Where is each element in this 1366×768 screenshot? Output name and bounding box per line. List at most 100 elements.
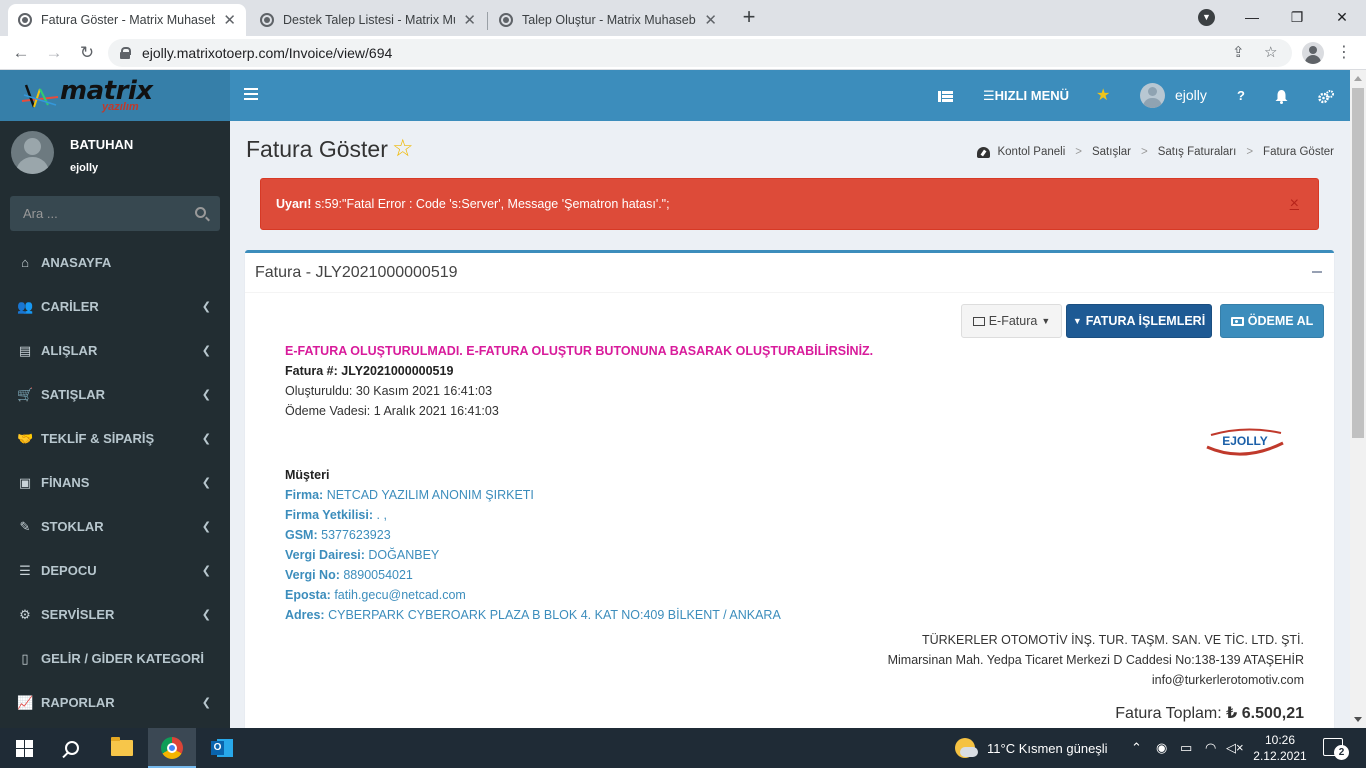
page-scrollbar[interactable] (1350, 70, 1366, 728)
logo[interactable]: matrix yazılım (0, 70, 230, 121)
windows-start-icon[interactable] (0, 728, 48, 768)
sidebar-item-label: ANASAYFA (41, 255, 112, 270)
scroll-down-icon[interactable] (1354, 717, 1362, 722)
home-icon: ⌂ (21, 255, 29, 270)
battery-icon[interactable]: ▭ (1180, 728, 1192, 768)
url-text: ejolly.matrixotoerp.com/Invoice/view/694 (142, 45, 393, 61)
customer-email: Eposta: fatih.gecu@netcad.com (285, 588, 466, 602)
database-icon: ☰ (19, 563, 31, 578)
company-logo: EJOLLY (1203, 423, 1287, 464)
sidebar-item-cariler[interactable]: 👥 CARİLER ❮ (0, 285, 230, 329)
handshake-icon: 🤝 (17, 431, 34, 446)
sidebar-item-stoklar[interactable]: ✎ STOKLAR ❮ (0, 505, 230, 549)
cart-icon: 🛒 (17, 387, 34, 402)
new-tab-icon[interactable]: + (737, 6, 761, 30)
browser-tab-fatura[interactable]: Fatura Göster - Matrix Muhasebe ✕ (8, 4, 246, 36)
share-icon[interactable]: ⇪ (1232, 39, 1245, 67)
clock-date: 2.12.2021 (1253, 749, 1307, 763)
invoice-actions-button[interactable]: ▼ FATURA İŞLEMLERİ (1066, 304, 1212, 338)
sidebar-item-raporlar[interactable]: 📈 RAPORLAR ❮ (0, 681, 230, 725)
chevron-left-icon: ❮ (201, 697, 211, 709)
maximize-icon[interactable]: ❐ (1277, 3, 1317, 31)
sidebar-item-label: RAPORLAR (41, 695, 115, 710)
chevron-left-icon: ❮ (201, 301, 211, 313)
breadcrumb-item[interactable]: Kontol Paneli (997, 146, 1065, 158)
back-icon[interactable]: ← (9, 41, 33, 65)
close-tab-icon[interactable]: ✕ (223, 11, 236, 29)
sidebar-item-gelir-gider[interactable]: ▯ GELİR / GİDER KATEGORİ (0, 637, 230, 681)
invoice-created: Oluşturuldu: 30 Kasım 2021 16:41:03 (285, 384, 493, 398)
logo-mark-icon (21, 84, 59, 108)
scroll-up-icon[interactable] (1354, 76, 1362, 81)
volume-icon[interactable]: ◁× (1226, 728, 1244, 768)
browser-tab-destek[interactable]: Destek Talep Listesi - Matrix Muh ✕ (250, 4, 486, 36)
sidebar-item-satislar[interactable]: 🛒 SATIŞLAR ❮ (0, 373, 230, 417)
sidebar-item-label: CARİLER (41, 299, 99, 314)
sidebar-item-servisler[interactable]: ⚙ SERVİSLER ❮ (0, 593, 230, 637)
customer-tax-office: Vergi Dairesi: DOĞANBEY (285, 548, 440, 562)
alert-close-icon[interactable]: × (1290, 179, 1299, 229)
bell-icon[interactable] (1275, 70, 1288, 121)
svg-text:EJOLLY: EJOLLY (1222, 434, 1268, 448)
wifi-icon[interactable]: ◠ (1205, 728, 1216, 768)
efatura-label: E-Fatura (988, 314, 1038, 328)
help-icon[interactable]: ? (1237, 70, 1245, 121)
sidebar-toggle-icon[interactable] (244, 88, 258, 100)
clock[interactable]: 10:26 2.12.2021 (1250, 732, 1310, 764)
settings-cogs-icon[interactable] (1318, 70, 1334, 121)
efatura-dropdown-button[interactable]: E-Fatura ▼ (961, 304, 1062, 338)
user-menu[interactable]: ejolly (1175, 70, 1207, 121)
close-tab-icon[interactable]: ✕ (463, 11, 476, 29)
chevron-left-icon: ❮ (201, 345, 211, 357)
sidebar-item-teklif-siparis[interactable]: 🤝 TEKLİF & SİPARİŞ ❮ (0, 417, 230, 461)
notification-count: 2 (1334, 745, 1349, 760)
users-icon: 👥 (17, 299, 34, 314)
scroll-thumb[interactable] (1352, 88, 1364, 438)
user-name: BATUHAN (70, 137, 134, 152)
collapse-icon[interactable] (1312, 271, 1322, 273)
receive-payment-label: ÖDEME AL (1247, 314, 1314, 328)
customer-firm: Firma: NETCAD YAZILIM ANONIM ŞIRKETI (285, 488, 534, 502)
total-value: ₺ 6.500,21 (1226, 705, 1304, 722)
sidebar-item-finans[interactable]: ▣ FİNANS ❮ (0, 461, 230, 505)
file-explorer-icon[interactable] (98, 728, 146, 768)
invoice-due: Ödeme Vadesi: 1 Aralık 2021 16:41:03 (285, 404, 499, 418)
reload-icon[interactable]: ↻ (75, 41, 99, 65)
receive-payment-button[interactable]: ÖDEME AL (1220, 304, 1324, 338)
meet-icon[interactable]: ◉ (1156, 728, 1167, 768)
browser-toolbar: ← → ↻ ejolly.matrixotoerp.com/Invoice/vi… (0, 36, 1366, 70)
chevron-left-icon: ❮ (201, 477, 211, 489)
sidebar-item-label: TEKLİF & SİPARİŞ (41, 431, 155, 446)
tab-title: Talep Oluştur - Matrix Muhasebe (522, 13, 697, 27)
search-icon[interactable] (48, 728, 96, 768)
breadcrumb-item[interactable]: Satış Faturaları (1158, 146, 1237, 158)
efatura-warning: E-FATURA OLUŞTURULMADI. E-FATURA OLUŞTUR… (285, 344, 874, 358)
sidebar-search-input[interactable] (10, 196, 180, 231)
sidebar-item-anasayfa[interactable]: ⌂ ANASAYFA (0, 241, 230, 285)
sidebar-item-alislar[interactable]: ▤ ALIŞLAR ❮ (0, 329, 230, 373)
favorite-star-icon[interactable]: ☆ (392, 134, 414, 163)
close-tab-icon[interactable]: ✕ (704, 11, 717, 29)
favorites-star-icon[interactable]: ★ (1096, 70, 1110, 121)
profile-avatar[interactable] (1302, 42, 1324, 64)
chrome-icon[interactable] (148, 728, 196, 768)
grid-menu-icon[interactable] (938, 70, 953, 121)
close-window-icon[interactable]: ✕ (1322, 3, 1362, 31)
tab-title: Destek Talep Listesi - Matrix Muh (283, 13, 456, 27)
edit-icon: ✎ (19, 519, 31, 534)
search-icon[interactable] (195, 207, 206, 218)
tab-search-icon[interactable]: ▼ (1198, 9, 1215, 26)
bookmark-star-icon[interactable]: ☆ (1264, 39, 1277, 67)
chevron-up-icon[interactable]: ⌃ (1131, 728, 1142, 768)
forward-icon[interactable]: → (42, 41, 66, 65)
browser-tab-talep[interactable]: Talep Oluştur - Matrix Muhasebe ✕ (489, 4, 727, 36)
minimize-icon[interactable]: — (1232, 3, 1272, 31)
menu-kebab-icon[interactable]: ⋮ (1336, 42, 1352, 64)
sidebar-item-depocu[interactable]: ☰ DEPOCU ❮ (0, 549, 230, 593)
weather-widget[interactable]: 11°C Kısmen güneşli (955, 728, 1108, 768)
quick-menu-button[interactable]: ☰HIZLI MENÜ (983, 70, 1069, 121)
address-bar[interactable]: ejolly.matrixotoerp.com/Invoice/view/694 (108, 39, 1292, 67)
outlook-icon[interactable]: O (198, 728, 246, 768)
breadcrumb-item[interactable]: Satışlar (1092, 146, 1131, 158)
user-avatar[interactable] (1140, 83, 1165, 108)
